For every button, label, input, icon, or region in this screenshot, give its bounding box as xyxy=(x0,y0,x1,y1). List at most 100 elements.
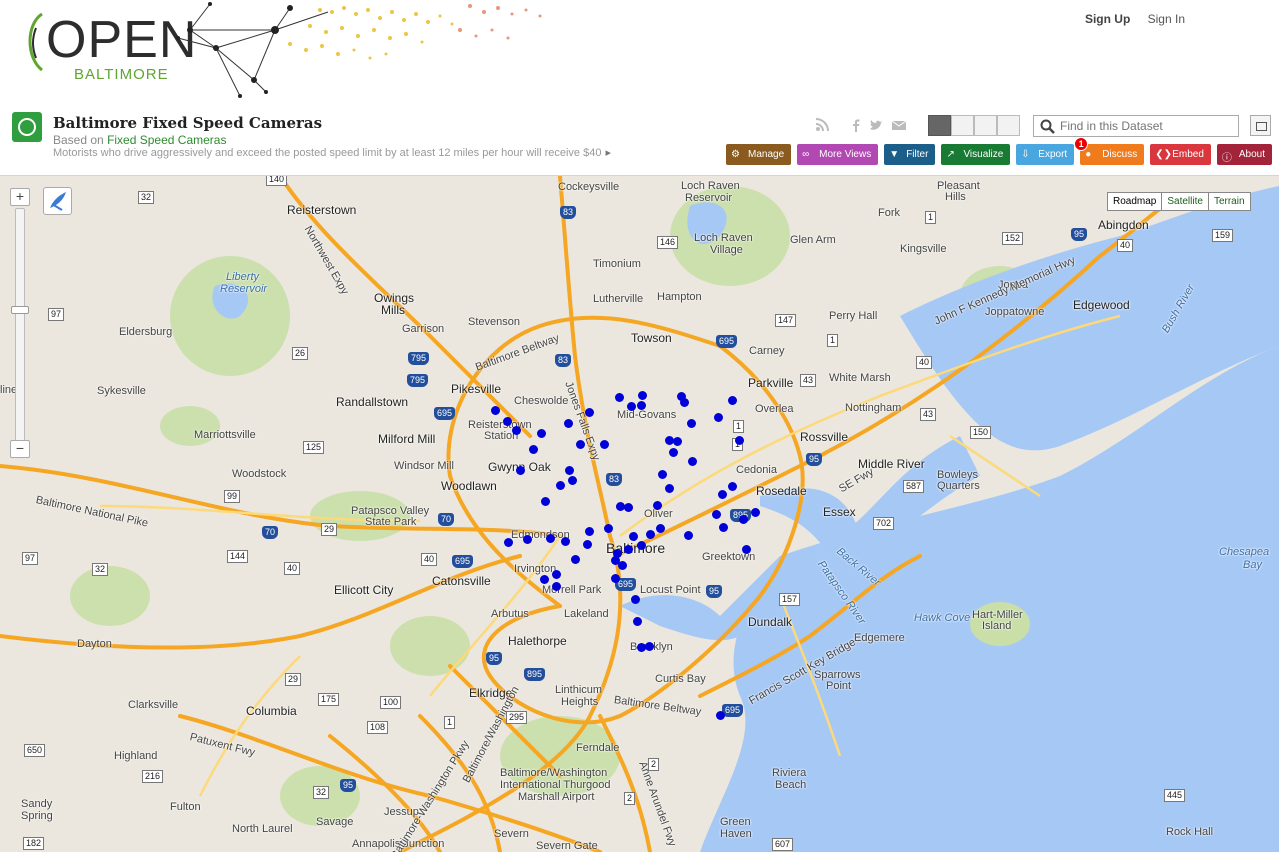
parent-dataset-link[interactable]: Fixed Speed Cameras xyxy=(107,133,226,147)
locate-me-button[interactable] xyxy=(43,187,72,215)
dataset-description[interactable]: Motorists who drive aggressively and exc… xyxy=(53,146,611,159)
filter-button[interactable]: ▼ Filter xyxy=(884,144,936,165)
grid-view-toggle-icon[interactable] xyxy=(951,115,974,136)
speed-camera-marker[interactable] xyxy=(585,408,594,417)
roadmap-button[interactable]: Roadmap xyxy=(1108,193,1161,210)
label-severn: Severn xyxy=(494,828,529,840)
facebook-icon[interactable] xyxy=(851,118,861,132)
speed-camera-marker[interactable] xyxy=(728,482,737,491)
zoom-in-button[interactable]: + xyxy=(10,188,30,206)
embed-button[interactable]: ❮❯ Embed xyxy=(1150,144,1211,165)
speed-camera-marker[interactable] xyxy=(611,556,620,565)
speed-camera-marker[interactable] xyxy=(624,545,633,554)
speed-camera-marker[interactable] xyxy=(516,466,525,475)
page-view-toggle-icon[interactable] xyxy=(997,115,1020,136)
speed-camera-marker[interactable] xyxy=(585,527,594,536)
speed-camera-marker[interactable] xyxy=(718,490,727,499)
open-baltimore-logo[interactable]: OPEN BALTIMORE xyxy=(22,8,196,88)
sign-in-link[interactable]: Sign In xyxy=(1148,12,1185,26)
zoom-out-button[interactable]: − xyxy=(10,440,30,458)
rss-icon[interactable] xyxy=(815,118,829,132)
speed-camera-marker[interactable] xyxy=(611,574,620,583)
speed-camera-marker[interactable] xyxy=(546,534,555,543)
sign-up-link[interactable]: Sign Up xyxy=(1085,12,1130,26)
speed-camera-marker[interactable] xyxy=(503,417,512,426)
speed-camera-marker[interactable] xyxy=(561,537,570,546)
speed-camera-marker[interactable] xyxy=(624,503,633,512)
speed-camera-marker[interactable] xyxy=(565,466,574,475)
speed-camera-marker[interactable] xyxy=(540,575,549,584)
speed-camera-marker[interactable] xyxy=(552,582,561,591)
speed-camera-marker[interactable] xyxy=(600,440,609,449)
speed-camera-marker[interactable] xyxy=(742,545,751,554)
expand-arrow-icon[interactable]: ▸ xyxy=(605,147,611,159)
speed-camera-marker[interactable] xyxy=(576,440,585,449)
speed-camera-marker[interactable] xyxy=(564,419,573,428)
manage-button[interactable]: ⚙ Manage xyxy=(726,144,792,165)
speed-camera-marker[interactable] xyxy=(716,711,725,720)
speed-camera-marker[interactable] xyxy=(712,510,721,519)
auth-links: Sign Up Sign In xyxy=(1071,12,1185,26)
speed-camera-marker[interactable] xyxy=(645,642,654,651)
terrain-button[interactable]: Terrain xyxy=(1207,193,1250,210)
speed-camera-marker[interactable] xyxy=(523,535,532,544)
speed-camera-marker[interactable] xyxy=(529,445,538,454)
speed-camera-marker[interactable] xyxy=(735,436,744,445)
speed-camera-marker[interactable] xyxy=(571,555,580,564)
speed-camera-marker[interactable] xyxy=(627,402,636,411)
speed-camera-marker[interactable] xyxy=(719,523,728,532)
label-sparrows-2: Point xyxy=(826,680,852,692)
discuss-button[interactable]: 1 ● Discuss xyxy=(1074,137,1145,165)
more-views-button[interactable]: ∞ More Views xyxy=(797,144,879,165)
speed-camera-marker[interactable] xyxy=(673,437,682,446)
speed-camera-marker[interactable] xyxy=(669,448,678,457)
zoom-slider-track[interactable] xyxy=(15,208,25,446)
speed-camera-marker[interactable] xyxy=(583,540,592,549)
email-icon[interactable] xyxy=(891,118,907,132)
speed-camera-marker[interactable] xyxy=(680,398,689,407)
speed-camera-marker[interactable] xyxy=(633,617,642,626)
about-button[interactable]: ⓘ About xyxy=(1216,144,1273,165)
speed-camera-marker[interactable] xyxy=(537,429,546,438)
speed-camera-marker[interactable] xyxy=(604,524,613,533)
speed-camera-marker[interactable] xyxy=(728,396,737,405)
map-canvas[interactable]: Cockeysville Loch Raven Reservoir Loch R… xyxy=(0,176,1279,852)
speed-camera-marker[interactable] xyxy=(556,481,565,490)
label-edgemere: Edgemere xyxy=(854,632,905,644)
speed-camera-marker[interactable] xyxy=(512,426,521,435)
export-button[interactable]: ⇩ Export xyxy=(1016,144,1075,165)
route-shield: 695 xyxy=(434,407,456,420)
speed-camera-marker[interactable] xyxy=(638,391,647,400)
route-shield: 147 xyxy=(775,314,797,327)
speed-camera-marker[interactable] xyxy=(491,406,500,415)
speed-camera-marker[interactable] xyxy=(541,497,550,506)
visualize-button[interactable]: ↗ Visualize xyxy=(941,144,1011,165)
search-input[interactable] xyxy=(1060,118,1236,134)
route-shield: 70 xyxy=(262,526,279,539)
speed-camera-marker[interactable] xyxy=(751,508,760,517)
speed-camera-marker[interactable] xyxy=(656,524,665,533)
list-view-toggle-icon[interactable] xyxy=(974,115,997,136)
speed-camera-marker[interactable] xyxy=(739,515,748,524)
speed-camera-marker[interactable] xyxy=(615,393,624,402)
speed-camera-marker[interactable] xyxy=(504,538,513,547)
speed-camera-marker[interactable] xyxy=(631,595,640,604)
satellite-button[interactable]: Satellite xyxy=(1161,193,1208,210)
zoom-slider-handle[interactable] xyxy=(11,306,29,314)
speed-camera-marker[interactable] xyxy=(653,501,662,510)
speed-camera-marker[interactable] xyxy=(658,470,667,479)
speed-camera-marker[interactable] xyxy=(684,531,693,540)
speed-camera-marker[interactable] xyxy=(568,476,577,485)
speed-camera-marker[interactable] xyxy=(637,401,646,410)
speed-camera-marker[interactable] xyxy=(646,530,655,539)
twitter-icon[interactable] xyxy=(869,118,883,132)
speed-camera-marker[interactable] xyxy=(688,457,697,466)
fullscreen-button[interactable] xyxy=(1250,115,1271,136)
speed-camera-marker[interactable] xyxy=(687,419,696,428)
speed-camera-marker[interactable] xyxy=(714,413,723,422)
map-view-toggle-icon[interactable] xyxy=(928,115,951,136)
speed-camera-marker[interactable] xyxy=(629,532,638,541)
speed-camera-marker[interactable] xyxy=(637,541,646,550)
speed-camera-marker[interactable] xyxy=(665,484,674,493)
speed-camera-marker[interactable] xyxy=(552,570,561,579)
